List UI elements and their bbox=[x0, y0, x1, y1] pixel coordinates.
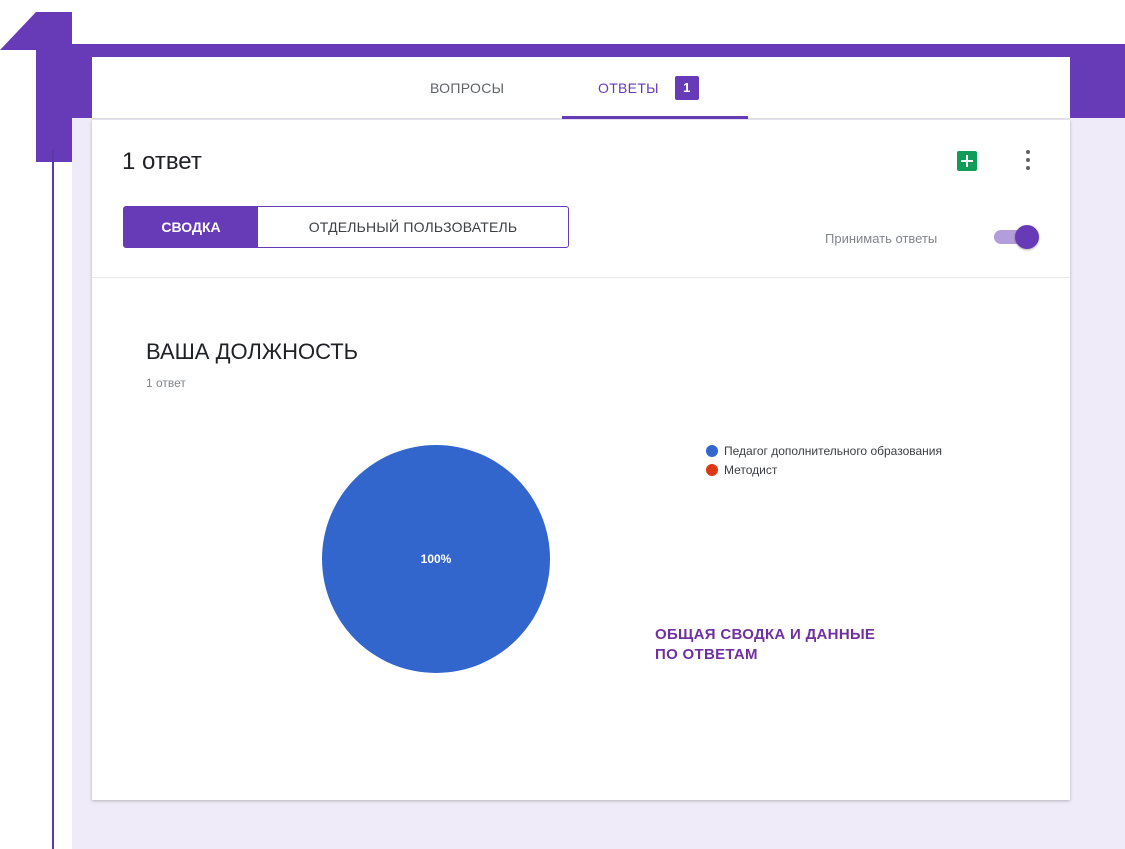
legend-dot bbox=[706, 445, 718, 457]
annotation-text: ОБЩАЯ СВОДКА И ДАННЫЕ ПО ОТВЕТАМ bbox=[655, 625, 985, 665]
legend-item: Методист bbox=[704, 462, 964, 478]
responses-count-badge: 1 bbox=[674, 75, 699, 100]
legend-label: Педагог дополнительного образования bbox=[724, 444, 942, 458]
tab-responses[interactable]: ОТВЕТЫ 1 bbox=[598, 57, 699, 118]
tab-questions-label: ВОПРОСЫ bbox=[430, 79, 505, 96]
tabs-bar: ВОПРОСЫ ОТВЕТЫ 1 bbox=[92, 57, 1070, 119]
legend-label: Методист bbox=[724, 463, 778, 477]
chart-legend: Педагог дополнительного образования Метод… bbox=[704, 443, 964, 481]
legend-item: Педагог дополнительного образования bbox=[704, 443, 964, 459]
legend-dot bbox=[706, 464, 718, 476]
tab-questions[interactable]: ВОПРОСЫ bbox=[430, 57, 504, 118]
responses-card: 1 ответ СВОДКА ОТДЕЛЬНЫЙ ПОЛЬЗОВАТЕЛЬ Пр… bbox=[92, 120, 1070, 800]
slide-accent-line bbox=[52, 150, 54, 849]
annotation-line-2: ПО ОТВЕТАМ bbox=[655, 646, 758, 663]
pie-data-label: 100% bbox=[421, 552, 452, 566]
slide-number-mark bbox=[0, 12, 72, 162]
active-tab-indicator bbox=[562, 116, 748, 119]
annotation-line-1: ОБЩАЯ СВОДКА И ДАННЫЕ bbox=[655, 626, 876, 643]
tab-responses-label: ОТВЕТЫ bbox=[598, 79, 659, 96]
